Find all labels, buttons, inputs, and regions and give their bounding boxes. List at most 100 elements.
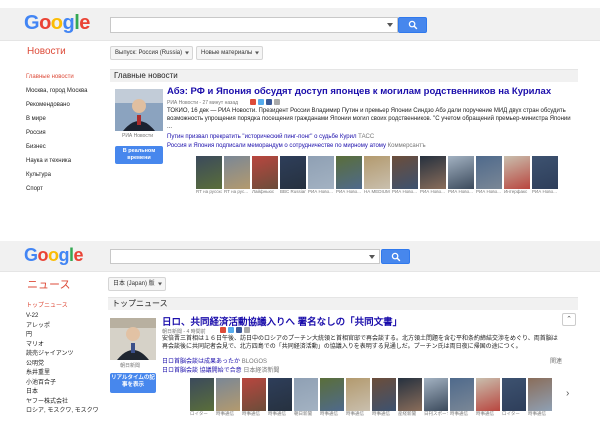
strip-item[interactable]: 時事通信 bbox=[450, 378, 474, 417]
strip-item[interactable]: 時事通信 bbox=[346, 378, 370, 417]
sidebar-item[interactable]: 小池百合子 bbox=[26, 379, 99, 389]
sidebar-item[interactable]: 公明党 bbox=[26, 360, 99, 370]
sidebar-item[interactable]: Главные новости bbox=[26, 70, 87, 84]
facebook-icon[interactable] bbox=[266, 99, 272, 105]
strip-item[interactable]: 時事通信 bbox=[268, 378, 292, 417]
sidebar-item[interactable]: Москва, город Москва bbox=[26, 84, 87, 98]
sidebar-item[interactable]: 糸井重里 bbox=[26, 369, 99, 379]
strip-item[interactable]: BBC Russian bbox=[280, 156, 306, 195]
sidebar-item[interactable]: Бизнес bbox=[26, 140, 87, 154]
top-new-materials-dropdown[interactable]: Новые материалы bbox=[196, 46, 264, 60]
email-icon[interactable] bbox=[274, 99, 280, 105]
news-photo[interactable] bbox=[268, 378, 292, 411]
strip-item[interactable]: РИА Ново... bbox=[532, 156, 558, 195]
top-search-button[interactable] bbox=[398, 17, 427, 33]
sidebar-item[interactable]: В мире bbox=[26, 112, 87, 126]
email-icon[interactable] bbox=[244, 327, 250, 333]
strip-item[interactable]: 時事通信 bbox=[476, 378, 500, 417]
related-2-title[interactable]: Россия и Япония подписали меморандум о с… bbox=[167, 143, 386, 149]
strip-item[interactable]: РИА Ново... bbox=[336, 156, 362, 195]
facebook-icon[interactable] bbox=[236, 327, 242, 333]
strip-item[interactable]: 時事通信 bbox=[216, 378, 240, 417]
bottom-search-input[interactable] bbox=[110, 249, 380, 264]
sidebar-item[interactable]: Спорт bbox=[26, 182, 87, 196]
strip-item[interactable]: 時事通信 bbox=[528, 378, 552, 417]
bottom-google-logo[interactable]: Google bbox=[24, 245, 84, 266]
news-photo[interactable] bbox=[308, 156, 334, 189]
news-photo[interactable] bbox=[420, 156, 446, 189]
news-photo[interactable] bbox=[280, 156, 306, 189]
news-photo[interactable] bbox=[224, 156, 250, 189]
chevron-right-icon[interactable]: › bbox=[566, 388, 569, 399]
top-realtime-button[interactable]: В реальном времени bbox=[115, 146, 163, 164]
bottom-realtime-button[interactable]: リアルタイムの記事を表示 bbox=[110, 373, 156, 393]
gplus-icon[interactable] bbox=[220, 327, 226, 333]
strip-item[interactable]: РИА Ново... bbox=[476, 156, 502, 195]
bottom-side-label[interactable]: 関連 bbox=[550, 356, 562, 365]
news-photo[interactable] bbox=[398, 378, 422, 411]
bottom-related-1[interactable]: 日ロ首脳会談は成果あったか BLOGOS bbox=[162, 356, 267, 365]
top-search-input[interactable] bbox=[110, 17, 398, 33]
sidebar-item[interactable]: 日本 bbox=[26, 388, 99, 398]
news-photo[interactable] bbox=[346, 378, 370, 411]
news-photo[interactable] bbox=[392, 156, 418, 189]
sidebar-item[interactable]: ロシア, モスクワ, モスクワ bbox=[26, 407, 99, 417]
news-photo[interactable] bbox=[528, 378, 552, 411]
sidebar-item[interactable]: アレッポ bbox=[26, 322, 99, 332]
strip-item[interactable]: 時事通信 bbox=[372, 378, 396, 417]
news-photo[interactable] bbox=[476, 378, 500, 411]
gplus-icon[interactable] bbox=[250, 99, 256, 105]
strip-item[interactable]: Интерфакс bbox=[504, 156, 530, 195]
twitter-icon[interactable] bbox=[258, 99, 264, 105]
strip-item[interactable]: 時事通信 bbox=[320, 378, 344, 417]
strip-item[interactable]: 朝日新聞 bbox=[294, 378, 318, 417]
strip-item[interactable]: РИА Ново... bbox=[308, 156, 334, 195]
top-headline[interactable]: Абэ: РФ и Япония обсудят доступ японцев … bbox=[167, 86, 551, 97]
news-photo[interactable] bbox=[364, 156, 390, 189]
sidebar-item[interactable]: Наука и техника bbox=[26, 154, 87, 168]
twitter-icon[interactable] bbox=[228, 327, 234, 333]
collapse-icon[interactable]: ⌃ bbox=[562, 313, 576, 326]
sidebar-item[interactable]: 読売ジャイアンツ bbox=[26, 350, 99, 360]
news-photo[interactable] bbox=[504, 156, 530, 189]
sidebar-item[interactable]: 円 bbox=[26, 331, 99, 341]
strip-item[interactable]: РИА Ново... bbox=[392, 156, 418, 195]
strip-item[interactable]: РИА Ново... bbox=[448, 156, 474, 195]
sidebar-item[interactable]: V-22 bbox=[26, 312, 99, 322]
news-photo[interactable] bbox=[424, 378, 448, 411]
top-edition-dropdown[interactable]: Выпуск: Россия (Russia) bbox=[110, 46, 194, 60]
strip-item[interactable]: RT на русском bbox=[196, 156, 222, 195]
bottom-edition-dropdown[interactable]: 日本 (Japan) 版 bbox=[108, 277, 166, 291]
sidebar-item[interactable]: マリオ bbox=[26, 341, 99, 351]
news-photo[interactable] bbox=[294, 378, 318, 411]
sidebar-item[interactable]: ヤフー株式会社 bbox=[26, 398, 99, 408]
news-photo[interactable] bbox=[450, 378, 474, 411]
news-photo[interactable] bbox=[502, 378, 526, 411]
strip-item[interactable]: РИА Ново... bbox=[420, 156, 446, 195]
strip-item[interactable]: ロイター bbox=[190, 378, 214, 417]
news-photo[interactable] bbox=[372, 378, 396, 411]
bottom-headline[interactable]: 日ロ、共同経済活動協議入りへ 署名なしの「共同文書」 bbox=[162, 314, 402, 328]
top-related-1[interactable]: Путин призвал прекратить "исторический п… bbox=[167, 134, 374, 140]
news-photo[interactable] bbox=[242, 378, 266, 411]
news-photo[interactable] bbox=[320, 378, 344, 411]
news-photo[interactable] bbox=[336, 156, 362, 189]
strip-item[interactable]: Лайфньюс bbox=[252, 156, 278, 195]
news-photo[interactable] bbox=[476, 156, 502, 189]
news-photo[interactable] bbox=[196, 156, 222, 189]
chevron-down-icon[interactable] bbox=[369, 254, 375, 259]
sidebar-item[interactable]: Россия bbox=[26, 126, 87, 140]
related-2-title[interactable]: 日ロ首脳会談 協議開始で合意 bbox=[162, 368, 242, 374]
top-main-thumbnail[interactable] bbox=[115, 89, 163, 131]
bottom-search-button[interactable] bbox=[381, 249, 410, 264]
sidebar-item[interactable]: Рекомендовано bbox=[26, 98, 87, 112]
strip-item[interactable]: 時事通信 bbox=[242, 378, 266, 417]
related-1-title[interactable]: Путин призвал прекратить "исторический п… bbox=[167, 134, 357, 140]
news-photo[interactable] bbox=[252, 156, 278, 189]
strip-item[interactable]: RT на рус... bbox=[224, 156, 250, 195]
news-photo[interactable] bbox=[448, 156, 474, 189]
strip-item[interactable]: НА MEDIUM bbox=[364, 156, 390, 195]
news-photo[interactable] bbox=[216, 378, 240, 411]
strip-item[interactable]: ロイター bbox=[502, 378, 526, 417]
news-photo[interactable] bbox=[532, 156, 558, 189]
